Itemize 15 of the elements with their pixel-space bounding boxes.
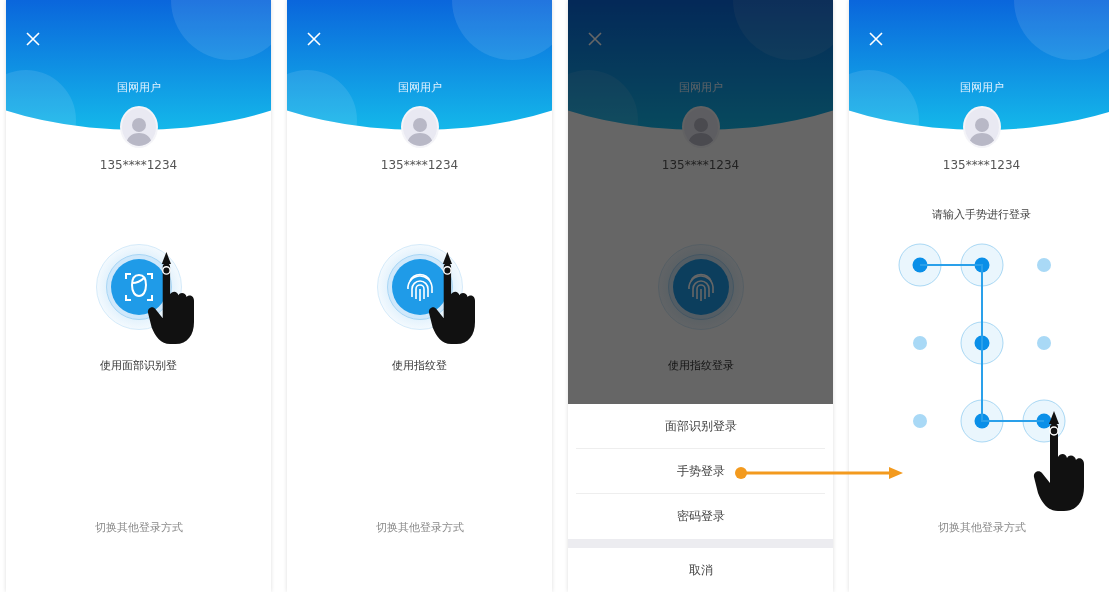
user-label: 国网用户 [397,80,442,95]
switch-login-link[interactable]: 切换其他登录方式 [937,521,1026,533]
phone-number: 135****1234 [380,158,459,172]
switch-login-link[interactable]: 切换其他登录方式 [94,521,183,533]
phone-number: 135****1234 [661,158,740,172]
user-label: 国网用户 [959,80,1004,95]
user-label: 国网用户 [116,80,161,95]
login-method-label: 使用指纹登 [392,358,447,373]
gesture-prompt: 请输入手势进行登录 [932,208,1031,222]
login-method-label: 使用指纹登录 [667,358,734,373]
user-label: 国网用户 [678,80,723,95]
phone-number: 135****1234 [942,158,1021,172]
switch-login-link[interactable]: 切换其他登录方式 [375,521,464,533]
login-method-label: 使用面部识别登 [100,358,177,373]
phone-number: 135****1234 [99,158,178,172]
